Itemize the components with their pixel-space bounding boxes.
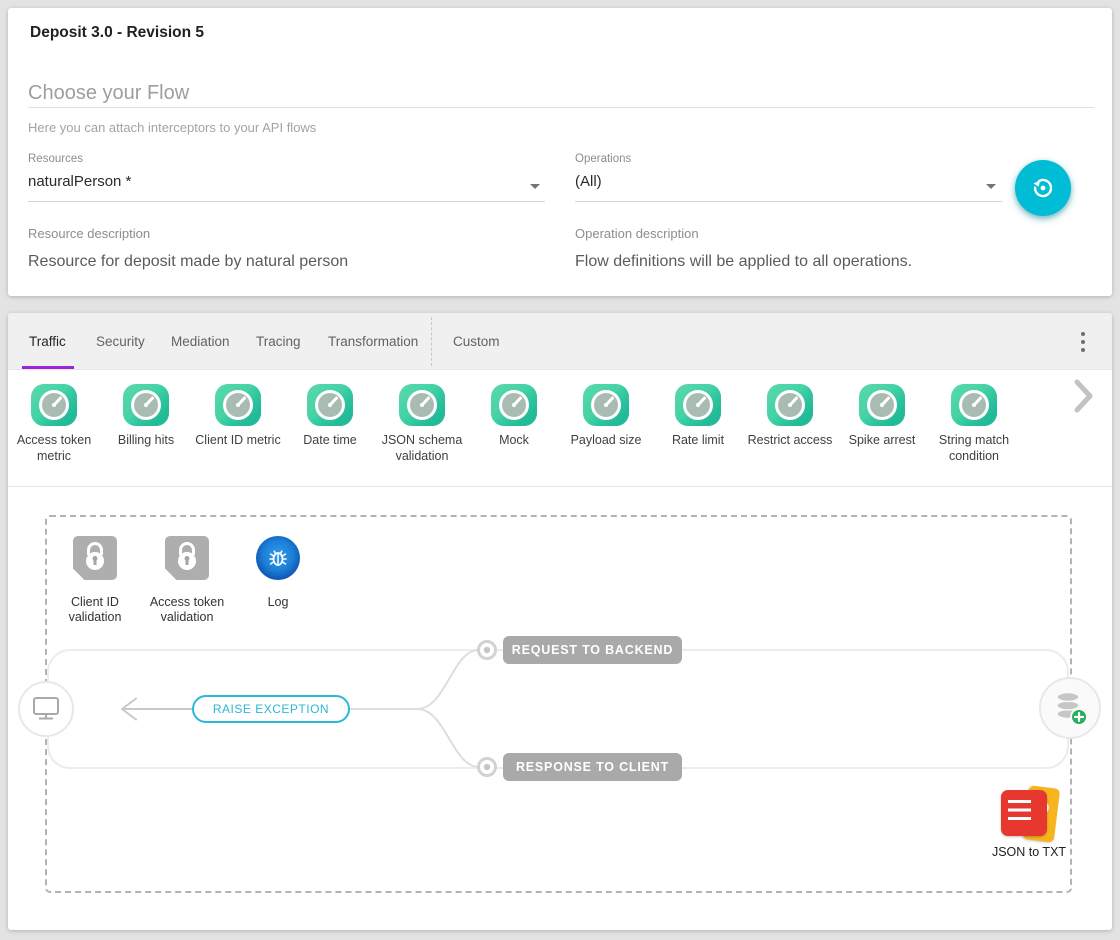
lock-badge-icon xyxy=(165,536,209,580)
interceptor-label: Billing hits xyxy=(116,433,176,449)
interceptor-label: JSON schema validation xyxy=(376,433,468,464)
flow-interceptor-label: JSON to TXT xyxy=(974,845,1084,859)
flow-interceptor-client-id-validation[interactable] xyxy=(73,536,117,580)
gauge-icon xyxy=(675,384,721,426)
revision-history-button[interactable] xyxy=(1015,160,1071,216)
interceptor-spike-arrest[interactable]: Spike arrest xyxy=(836,384,928,486)
resource-description-label: Resource description xyxy=(28,226,150,241)
page-title: Deposit 3.0 - Revision 5 xyxy=(30,24,204,42)
resource-description-value: Resource for deposit made by natural per… xyxy=(28,253,348,271)
interceptor-label: Payload size xyxy=(569,433,644,449)
interceptor-payload-size[interactable]: Payload size xyxy=(560,384,652,486)
interceptor-label: Restrict access xyxy=(746,433,835,449)
caret-down-icon[interactable] xyxy=(986,184,996,189)
resources-underline xyxy=(28,201,545,202)
operations-label: Operations xyxy=(575,153,631,165)
section-title: Choose your Flow xyxy=(28,82,189,105)
raise-exception-pill[interactable]: RAISE EXCEPTION xyxy=(192,695,350,723)
flow-interceptor-label: Access token validation xyxy=(139,595,235,626)
lock-badge-icon xyxy=(73,536,117,580)
interceptor-category-tabs: Traffic Security Mediation Tracing Trans… xyxy=(8,313,1112,370)
tab-tracing[interactable]: Tracing xyxy=(256,313,301,370)
tab-custom[interactable]: Custom xyxy=(453,313,500,370)
interceptor-rate-limit[interactable]: Rate limit xyxy=(652,384,744,486)
section-subtitle: Here you can attach interceptors to your… xyxy=(28,120,316,135)
interceptor-restrict-access[interactable]: Restrict access xyxy=(744,384,836,486)
gauge-icon xyxy=(583,384,629,426)
interceptor-string-match-condition[interactable]: String match condition xyxy=(928,384,1020,486)
fork-up-curve xyxy=(417,650,479,709)
interceptor-palette: Access token metric Billing hits Client … xyxy=(8,370,1112,487)
interceptor-client-id-metric[interactable]: Client ID metric xyxy=(192,384,284,486)
flow-interceptor-label: Client ID validation xyxy=(47,595,143,626)
flow-header-card: Deposit 3.0 - Revision 5 Choose your Flo… xyxy=(8,8,1112,296)
gauge-icon xyxy=(215,384,261,426)
chevron-right-icon[interactable] xyxy=(1074,379,1094,418)
resources-label: Resources xyxy=(28,153,83,165)
tab-divider xyxy=(431,317,432,366)
flow-interceptor-log[interactable] xyxy=(256,536,300,580)
flow-interceptor-label: Log xyxy=(230,595,326,610)
interceptor-label: Mock xyxy=(497,433,531,449)
gauge-icon xyxy=(123,384,169,426)
gauge-icon xyxy=(491,384,537,426)
operations-underline xyxy=(575,201,1002,202)
flow-editor-card: Traffic Security Mediation Tracing Trans… xyxy=(8,313,1112,930)
interceptor-label: Access token metric xyxy=(8,433,100,464)
interceptor-json-schema-validation[interactable]: JSON schema validation xyxy=(376,384,468,486)
interceptor-billing-hits[interactable]: Billing hits xyxy=(100,384,192,486)
operation-description-value: Flow definitions will be applied to all … xyxy=(575,253,912,271)
interceptor-label: String match condition xyxy=(928,433,1020,464)
request-to-backend-pill[interactable]: REQUEST TO BACKEND xyxy=(503,636,682,664)
interceptor-access-token-metric[interactable]: Access token metric xyxy=(8,384,100,486)
client-endpoint xyxy=(19,682,73,736)
caret-down-icon[interactable] xyxy=(530,184,540,189)
gauge-icon xyxy=(859,384,905,426)
request-node-icon xyxy=(479,642,496,659)
flow-interceptor-json-to-txt[interactable] xyxy=(1001,787,1065,843)
bug-icon xyxy=(256,536,300,580)
gauge-icon xyxy=(307,384,353,426)
active-tab-indicator xyxy=(22,366,74,369)
response-node-icon xyxy=(479,759,496,776)
gauge-icon xyxy=(31,384,77,426)
tab-traffic[interactable]: Traffic xyxy=(29,313,66,370)
gauge-icon xyxy=(399,384,445,426)
flow-canvas: Client ID validation Access token valida… xyxy=(8,487,1112,930)
tab-security[interactable]: Security xyxy=(96,313,145,370)
tab-mediation[interactable]: Mediation xyxy=(171,313,230,370)
resources-select[interactable]: naturalPerson * xyxy=(28,173,131,190)
gauge-icon xyxy=(951,384,997,426)
flow-interceptor-access-token-validation[interactable] xyxy=(165,536,209,580)
operation-description-label: Operation description xyxy=(575,226,699,241)
exception-arrow-icon xyxy=(122,699,192,720)
section-divider xyxy=(28,107,1094,108)
operations-select[interactable]: (All) xyxy=(575,173,602,190)
interceptor-mock[interactable]: Mock xyxy=(468,384,560,486)
interceptor-label: Spike arrest xyxy=(847,433,918,449)
gauge-icon xyxy=(767,384,813,426)
kebab-menu-icon[interactable] xyxy=(1074,332,1092,352)
fork-down-curve xyxy=(417,709,479,767)
tab-transformation[interactable]: Transformation xyxy=(328,313,418,370)
interceptor-label: Rate limit xyxy=(670,433,726,449)
interceptor-date-time[interactable]: Date time xyxy=(284,384,376,486)
interceptor-label: Date time xyxy=(301,433,359,449)
interceptor-label: Client ID metric xyxy=(193,433,282,449)
response-to-client-pill[interactable]: RESPONSE TO CLIENT xyxy=(503,753,682,781)
history-icon xyxy=(1029,174,1057,202)
backend-endpoint xyxy=(1040,678,1100,738)
